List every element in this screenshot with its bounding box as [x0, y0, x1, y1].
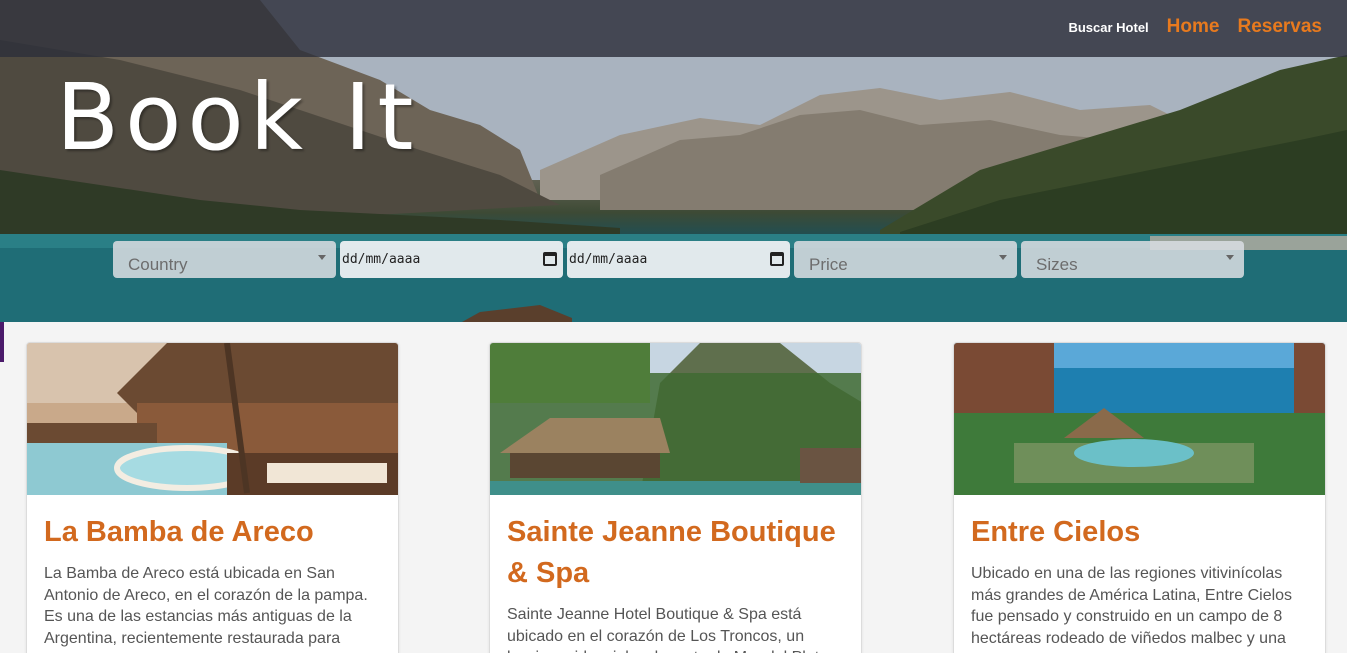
checkout-date-value: dd/mm/aaaa — [569, 252, 648, 267]
nav-link-reservas[interactable]: Reservas — [1237, 16, 1322, 38]
hotel-image[interactable] — [954, 343, 1325, 495]
hotel-name[interactable]: Entre Cielos — [954, 495, 1325, 553]
country-select-placeholder: Country — [128, 255, 188, 274]
hotel-image[interactable] — [490, 343, 861, 495]
top-navigation-bar: Buscar Hotel Home Reservas — [0, 0, 1347, 57]
hotel-description: Ubicado en una de las regiones vitiviníc… — [971, 565, 1293, 647]
hotel-card[interactable]: La Bamba de Areco La Bamba de Areco está… — [26, 342, 399, 653]
hotel-description: La Bamba de Areco está ubicada en San An… — [44, 565, 368, 647]
chevron-down-icon — [1226, 255, 1234, 260]
checkin-date-input[interactable]: dd/mm/aaaa — [340, 241, 563, 278]
nav-link-buscar-hotel[interactable]: Buscar Hotel — [1068, 20, 1148, 35]
chevron-down-icon — [318, 255, 326, 260]
hotel-image[interactable] — [27, 343, 398, 495]
sizes-select[interactable]: Sizes — [1021, 241, 1244, 278]
price-select-placeholder: Price — [809, 255, 848, 274]
hotel-description: Sainte Jeanne Hotel Boutique & Spa está … — [507, 606, 828, 653]
calendar-icon[interactable] — [543, 252, 557, 266]
price-select[interactable]: Price — [794, 241, 1017, 278]
chevron-down-icon — [999, 255, 1007, 260]
hotel-card[interactable]: Sainte Jeanne Boutique & Spa Sainte Jean… — [489, 342, 862, 653]
hero-banner: Buscar Hotel Home Reservas Book It Count… — [0, 0, 1347, 322]
hotel-name[interactable]: Sainte Jeanne Boutique & Spa — [490, 495, 861, 594]
calendar-icon[interactable] — [770, 252, 784, 266]
checkout-date-input[interactable]: dd/mm/aaaa — [567, 241, 790, 278]
checkin-date-value: dd/mm/aaaa — [342, 252, 421, 267]
country-select[interactable]: Country — [113, 241, 336, 278]
sizes-select-placeholder: Sizes — [1036, 255, 1078, 274]
hotel-card[interactable]: Entre Cielos Ubicado en una de las regio… — [953, 342, 1326, 653]
hotel-name[interactable]: La Bamba de Areco — [27, 495, 398, 553]
nav-menu: Buscar Hotel Home Reservas — [1068, 16, 1322, 38]
site-logo[interactable]: Book It — [56, 64, 419, 171]
page-edge-accent — [0, 322, 4, 362]
search-filters: Country dd/mm/aaaa dd/mm/aaaa Price Size… — [113, 241, 1244, 278]
nav-link-home[interactable]: Home — [1167, 16, 1220, 38]
